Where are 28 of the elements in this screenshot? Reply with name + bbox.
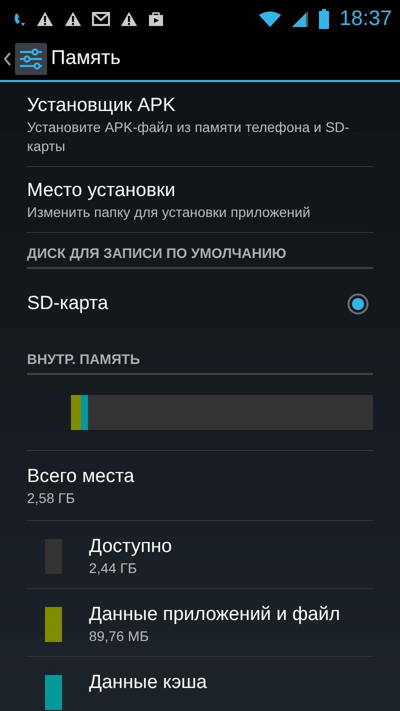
total-title: Всего места xyxy=(27,465,136,489)
section-header: ДИСК ДЛЯ ЗАПИСИ ПО УМОЛЧАНИЮ xyxy=(27,233,373,269)
wifi-icon xyxy=(259,10,282,26)
setting-title[interactable]: Установщик APK xyxy=(27,94,373,118)
back-icon[interactable] xyxy=(4,52,11,66)
missed-call-icon xyxy=(12,10,26,26)
warning-icon xyxy=(120,10,138,26)
store-bag-icon xyxy=(148,10,164,26)
warning-icon xyxy=(64,10,82,26)
radio-button[interactable] xyxy=(347,293,369,315)
category-size: 2,44 ГБ xyxy=(89,559,138,578)
screen-title: Память xyxy=(51,47,121,70)
section-header: ВНУТР. ПАМЯТЬ xyxy=(27,339,373,375)
signal-icon xyxy=(291,10,310,28)
total-value: 2,58 ГБ xyxy=(27,489,76,508)
category-title[interactable]: Данные приложений и файл xyxy=(89,603,340,627)
settings-sliders-icon[interactable] xyxy=(15,42,47,74)
category-title[interactable]: Данные кэша xyxy=(89,671,207,695)
clock: 18:37 xyxy=(339,6,392,30)
option-label[interactable]: SD-карта xyxy=(27,292,108,316)
setting-summary: Установите APK-файл из памяти телефона и SD-карты xyxy=(27,118,350,156)
category-size: 89,76 МБ xyxy=(89,627,150,646)
mail-icon xyxy=(92,12,110,26)
setting-title[interactable]: Место установки xyxy=(27,179,373,203)
warning-icon xyxy=(36,10,54,26)
setting-summary: Изменить папку для установки приложений xyxy=(27,203,312,222)
category-title[interactable]: Доступно xyxy=(89,535,172,559)
battery-icon xyxy=(319,8,330,28)
